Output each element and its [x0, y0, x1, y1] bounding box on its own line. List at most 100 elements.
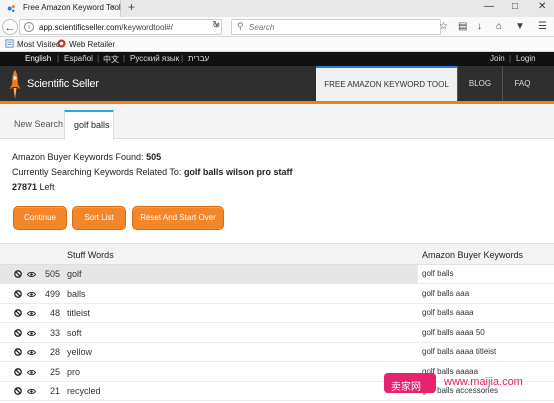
buyer-keyword[interactable]: golf balls aaa: [422, 289, 469, 298]
block-word-icon[interactable]: [14, 348, 22, 356]
search-tabs: New Search golf balls: [0, 104, 554, 140]
maximize-icon[interactable]: □: [512, 1, 518, 12]
lang-separator: |: [123, 54, 126, 63]
view-word-icon[interactable]: [27, 388, 36, 395]
reload-icon[interactable]: ↻: [212, 20, 220, 31]
browser-tab-title: Free Amazon Keyword Tool: [23, 3, 121, 12]
buyer-keyword[interactable]: golf balls aaaa: [422, 308, 474, 317]
table-row[interactable]: 505 golf golf balls: [0, 265, 554, 284]
home-icon[interactable]: ⌂: [496, 21, 502, 32]
stuff-word[interactable]: yellow: [67, 347, 92, 357]
table-row[interactable]: 48 titleist golf balls aaaa: [0, 304, 554, 323]
table-row[interactable]: 33 soft golf balls aaaa 50: [0, 324, 554, 343]
site-header: Scientific Seller FREE AMAZON KEYWORD TO…: [0, 66, 554, 104]
nav-blog[interactable]: BLOG: [457, 66, 502, 101]
web-retailer-icon: [57, 39, 66, 48]
current-search-term: golf balls wilson pro staff: [183, 167, 293, 177]
most-visited-icon: [5, 39, 14, 48]
lang-separator: |: [97, 54, 100, 63]
continue-button[interactable]: Continue: [13, 206, 67, 230]
current-search-line: Currently Searching Keywords Related To:…: [12, 167, 293, 177]
watermark: 卖家网 www.maijia.com: [384, 371, 554, 395]
reader-list-icon[interactable]: ▤: [458, 21, 467, 32]
stuff-word[interactable]: titleist: [67, 308, 90, 318]
search-box[interactable]: ⚲: [231, 19, 441, 35]
stuff-word[interactable]: pro: [67, 367, 80, 377]
view-word-icon[interactable]: [27, 291, 36, 298]
word-cell: 28 yellow: [0, 343, 418, 362]
nav-faq[interactable]: FAQ: [502, 66, 542, 101]
site-favicon-icon: [7, 5, 15, 13]
word-cell: 25 pro: [0, 363, 418, 382]
lang-hebrew[interactable]: עברית: [188, 54, 209, 63]
lang-separator: |: [181, 54, 184, 63]
word-cell: 33 soft: [0, 324, 418, 343]
column-buyer-keywords[interactable]: Amazon Buyer Keywords: [422, 250, 523, 260]
stuff-word[interactable]: golf: [67, 269, 82, 279]
remaining-line: 27871 Left: [12, 182, 55, 192]
bookmark-most-visited[interactable]: Most Visited: [5, 39, 60, 49]
buyer-keyword[interactable]: golf balls aaaa titleist: [422, 347, 496, 356]
site-info-icon[interactable]: i: [24, 22, 34, 32]
buyer-keyword[interactable]: golf balls aaaa 50: [422, 328, 485, 337]
table-header: Stuff Words Amazon Buyer Keywords: [0, 243, 554, 265]
view-word-icon[interactable]: [27, 271, 36, 278]
pocket-icon[interactable]: ▼: [515, 21, 525, 32]
column-stuff-words[interactable]: Stuff Words: [67, 250, 114, 260]
search-input[interactable]: [249, 22, 429, 33]
tab-golf-balls[interactable]: golf balls: [64, 110, 114, 140]
table-row[interactable]: 28 yellow golf balls aaaa titleist: [0, 343, 554, 362]
window-close-icon[interactable]: ✕: [538, 1, 546, 12]
menu-icon[interactable]: ☰: [538, 21, 547, 32]
block-word-icon[interactable]: [14, 309, 22, 317]
browser-nav-bar: ← i app.scientificseller.com/keywordtool…: [0, 17, 554, 37]
watermark-badge-text: 卖家网: [391, 382, 421, 393]
search-icon: ⚲: [237, 21, 244, 31]
word-count: 21: [49, 386, 60, 396]
stuff-word[interactable]: soft: [67, 328, 82, 338]
close-tab-icon[interactable]: ×: [110, 2, 115, 12]
view-word-icon[interactable]: [27, 369, 36, 376]
word-cell: 48 titleist: [0, 304, 418, 323]
download-icon[interactable]: ↓: [477, 21, 482, 32]
block-word-icon[interactable]: [14, 289, 22, 298]
lang-chinese[interactable]: 中文: [103, 54, 119, 65]
rocket-logo-icon: [9, 70, 21, 99]
tab-new-search[interactable]: New Search: [14, 110, 63, 139]
sort-list-button[interactable]: Sort List: [72, 206, 126, 230]
bookmark-web-retailer[interactable]: Web Retailer: [57, 39, 115, 49]
language-bar: English | Español | 中文 | Русский язык | …: [0, 52, 554, 66]
block-word-icon[interactable]: [14, 367, 22, 376]
block-word-icon[interactable]: [14, 328, 22, 337]
stuff-word[interactable]: balls: [67, 289, 86, 299]
view-word-icon[interactable]: [27, 330, 36, 337]
lang-russian[interactable]: Русский язык: [130, 54, 179, 63]
word-cell: 499 balls: [0, 285, 418, 304]
view-word-icon[interactable]: [27, 310, 36, 317]
word-count: 48: [49, 308, 60, 318]
block-word-icon[interactable]: [14, 387, 22, 395]
join-link[interactable]: Join: [490, 54, 505, 63]
view-word-icon[interactable]: [27, 349, 36, 356]
browser-tab[interactable]: Free Amazon Keyword Tool ×: [0, 0, 121, 17]
bookmark-star-icon[interactable]: ☆: [439, 21, 448, 32]
word-count: 499: [44, 288, 60, 299]
back-arrow-icon[interactable]: ←: [2, 19, 18, 35]
word-cell: 21 recycled: [0, 382, 418, 401]
lang-english[interactable]: English: [25, 54, 51, 63]
buyer-keyword[interactable]: golf balls: [422, 269, 454, 278]
new-tab-button[interactable]: +: [128, 0, 135, 14]
lang-spanish[interactable]: Español: [64, 54, 93, 63]
brand-name[interactable]: Scientific Seller: [27, 78, 99, 90]
reset-button[interactable]: Reset And Start Over: [132, 206, 224, 230]
address-bar[interactable]: i app.scientificseller.com/keywordtool#/…: [19, 19, 222, 35]
table-row[interactable]: 499 balls golf balls aaa: [0, 285, 554, 304]
browser-tab-bar: Free Amazon Keyword Tool × + — □ ✕: [0, 0, 554, 17]
remaining-count: 27871: [12, 182, 38, 192]
nav-keyword-tool[interactable]: FREE AMAZON KEYWORD TOOL: [316, 66, 457, 101]
stuff-word[interactable]: recycled: [67, 386, 101, 396]
account-separator: |: [509, 54, 512, 63]
block-word-icon[interactable]: [14, 270, 22, 278]
login-link[interactable]: Login: [516, 54, 536, 63]
minimize-icon[interactable]: —: [484, 1, 494, 12]
